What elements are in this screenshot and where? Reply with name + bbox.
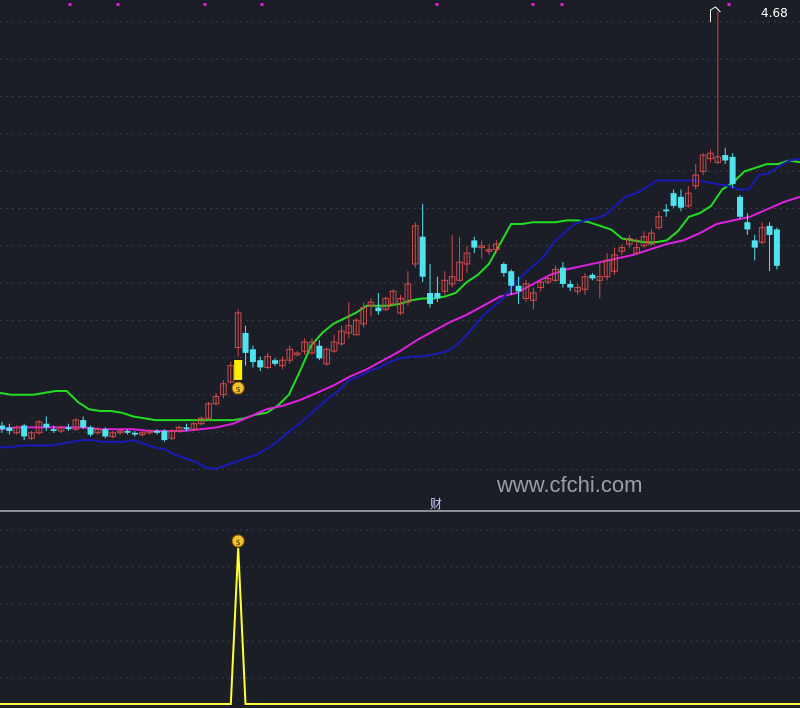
money-bag-glyph: $ [236, 538, 241, 547]
candle-body [87, 427, 94, 435]
candle-body [21, 425, 28, 437]
watermark: www.cfchi.com [496, 472, 642, 497]
candle-body [751, 240, 758, 248]
candle-body [6, 427, 13, 431]
candle-body [65, 427, 72, 430]
marker-dot [116, 3, 120, 6]
candle-body [773, 229, 780, 266]
high-annotation: 4.68 [709, 6, 788, 22]
candle-body [257, 360, 264, 368]
money-bag-glyph: $ [236, 385, 241, 394]
candles [0, 11, 780, 442]
candle-body [124, 430, 131, 433]
marker-dot [203, 3, 207, 6]
candle-body [766, 225, 773, 235]
candle-body [663, 209, 670, 212]
candle-body [80, 420, 87, 428]
candle-body [183, 427, 190, 430]
candle-body [722, 155, 729, 161]
candle-body [0, 425, 5, 430]
candle-body [153, 430, 160, 433]
candle-body [737, 196, 743, 217]
candle-body [272, 360, 279, 364]
marker-dot [560, 3, 564, 6]
high-value-label: 4.68 [761, 6, 788, 20]
marker-dot [260, 3, 264, 6]
candle-body [515, 285, 522, 292]
candlestick-chart: $ www.cfchi.com 财 4.68 $ [0, 3, 800, 705]
candle-body [102, 429, 109, 437]
candle-body [43, 423, 50, 428]
candle-body [567, 283, 574, 288]
candle-body [559, 267, 566, 284]
marker-dot [68, 3, 72, 6]
marker-dot [531, 3, 535, 6]
indicator-label: 财 [430, 497, 442, 511]
candle-body [508, 271, 515, 286]
high-flag [709, 6, 721, 22]
marker-dot [435, 3, 439, 6]
marker-dot [727, 3, 731, 6]
candle-body [249, 349, 256, 362]
indicator-panel: $ [0, 534, 800, 705]
signal-bar [234, 360, 243, 380]
signal-line [0, 547, 800, 705]
candle-body [744, 222, 751, 230]
candle-body [427, 293, 434, 304]
candle-body [500, 263, 507, 274]
candle-body [729, 156, 736, 185]
candle-body [131, 432, 138, 435]
candle-body [677, 196, 684, 208]
top-marker-dots [68, 3, 731, 6]
chart-window: $ www.cfchi.com 财 4.68 $ [0, 0, 800, 708]
candle-body [419, 236, 426, 277]
candle-body [434, 293, 441, 299]
middle-band-line [0, 195, 800, 432]
candle-body [161, 430, 168, 441]
candle-body [375, 307, 382, 312]
candle-body [316, 345, 323, 359]
candle-body [242, 332, 249, 353]
candle-body [589, 274, 596, 279]
candle-body [670, 193, 677, 206]
candle-body [50, 429, 57, 431]
candle-body [471, 240, 478, 248]
